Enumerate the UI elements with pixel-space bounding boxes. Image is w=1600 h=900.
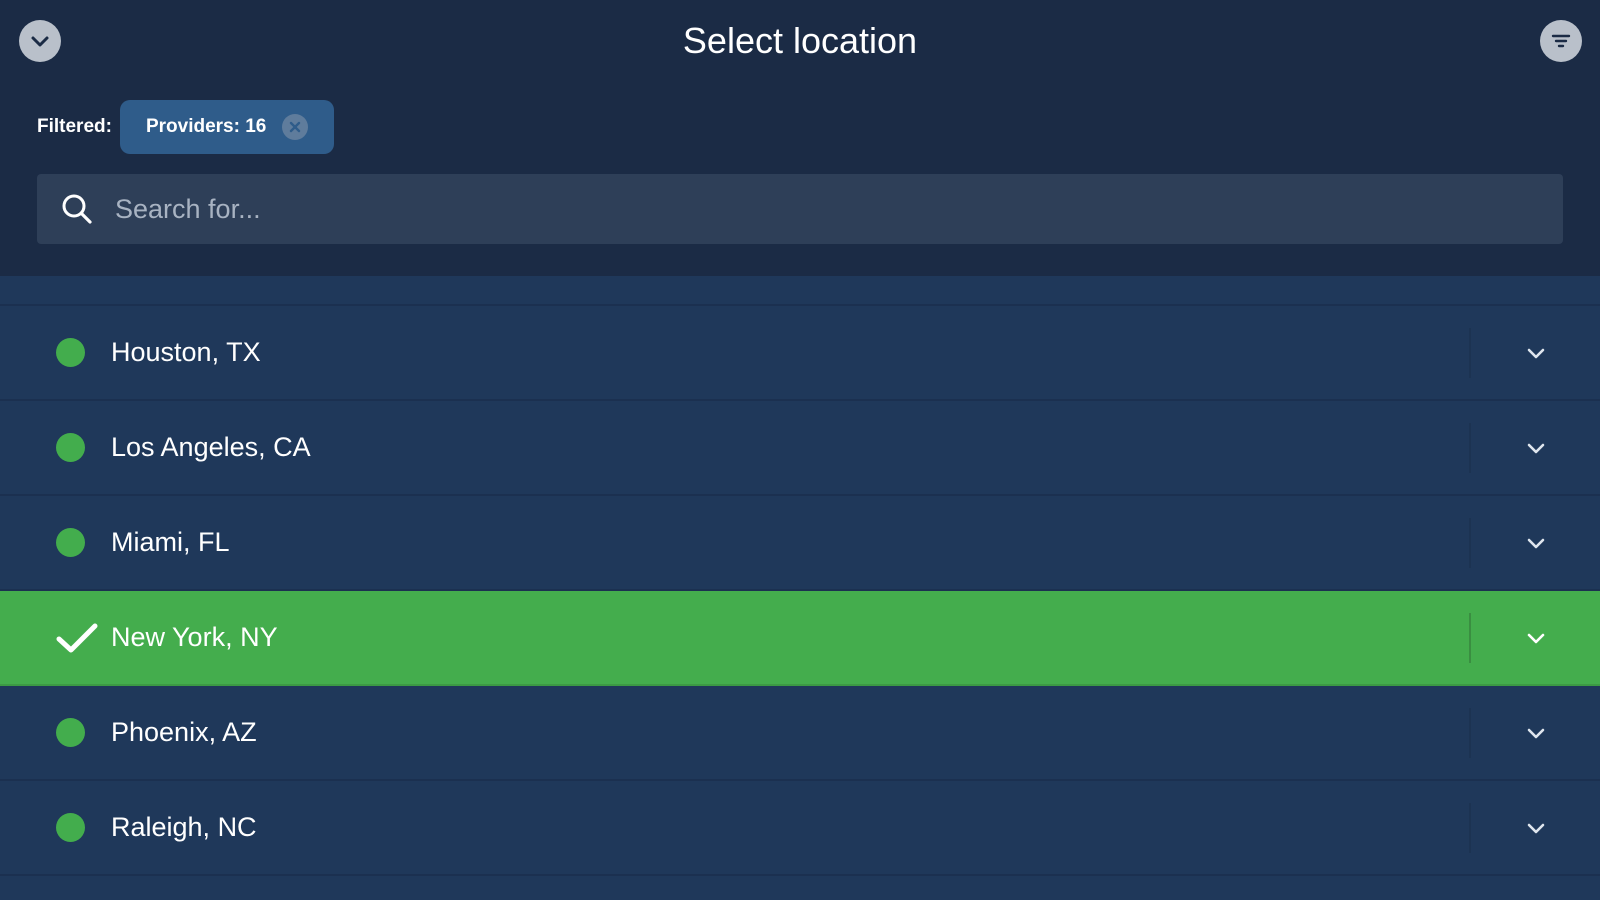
row-divider [1469,423,1471,473]
location-selector-screen: Select location Filtered: Providers: 16 [0,0,1600,900]
search-icon [59,191,95,227]
location-list: Houston, TX Los Angeles, CA Miami, FL Ne… [0,276,1600,900]
expand-button[interactable] [1515,617,1557,659]
chevron-down-icon [1527,823,1545,833]
location-label: Houston, TX [111,337,261,367]
online-status-dot [56,433,85,462]
chevron-down-icon [1527,633,1545,643]
list-spacer [0,276,1600,306]
filter-icon [1551,34,1571,48]
online-status-dot [56,528,85,557]
location-row-houston[interactable]: Houston, TX [0,306,1600,401]
filter-button[interactable] [1540,20,1582,62]
row-divider [1469,613,1471,663]
location-label: Miami, FL [111,527,230,557]
location-row-raleigh[interactable]: Raleigh, NC [0,781,1600,876]
location-label: New York, NY [111,622,278,652]
online-status-dot [56,718,85,747]
filter-label: Filtered: [37,116,112,137]
location-label: Phoenix, AZ [111,717,257,747]
search-box[interactable] [37,174,1563,244]
row-divider [1469,518,1471,568]
expand-button[interactable] [1515,427,1557,469]
row-divider [1469,803,1471,853]
row-divider [1469,328,1471,378]
active-filters: Filtered: Providers: 16 [37,100,335,154]
search-input[interactable] [115,179,1563,239]
provider-filter-chip[interactable]: Providers: 16 [119,100,335,154]
expand-button[interactable] [1515,332,1557,374]
expand-button[interactable] [1515,712,1557,754]
header: Select location Filtered: Providers: 16 [0,0,1600,276]
location-label: Raleigh, NC [111,812,257,842]
location-row-phoenix[interactable]: Phoenix, AZ [0,686,1600,781]
expand-button[interactable] [1515,522,1557,564]
expand-button[interactable] [1515,807,1557,849]
location-row-los-angeles[interactable]: Los Angeles, CA [0,401,1600,496]
location-label: Los Angeles, CA [111,432,311,462]
page-title: Select location [682,20,918,61]
location-row-new-york-selected[interactable]: New York, NY [0,591,1600,686]
chevron-down-icon [1527,538,1545,548]
chevron-down-icon [1527,728,1545,738]
close-icon [290,121,301,133]
chevron-down-icon [1527,443,1545,453]
location-row-miami[interactable]: Miami, FL [0,496,1600,591]
checkmark-icon [56,623,98,652]
online-status-dot [56,338,85,367]
online-status-dot [56,813,85,842]
clear-filter-button[interactable] [282,114,309,140]
chevron-down-icon [1527,348,1545,358]
row-divider [1469,708,1471,758]
filter-chip-label: Providers: 16 [145,116,267,137]
